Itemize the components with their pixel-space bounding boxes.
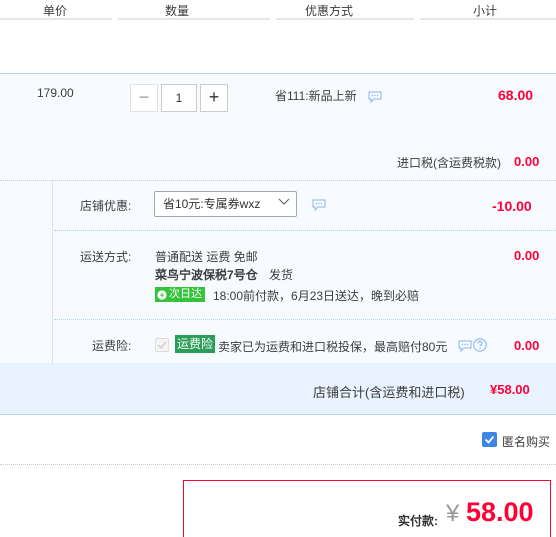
checkmark-icon <box>484 435 495 444</box>
currency-symbol: ¥ <box>446 500 460 527</box>
next-day-badge: 次日达 <box>155 287 205 302</box>
shop-total-label: 店铺合计(含运费和进口税) <box>313 385 465 400</box>
insurance-checkbox[interactable] <box>155 338 169 352</box>
insurance-description: 卖家已为运费和进口税投保，最高赔付80元 <box>218 340 448 354</box>
import-tax-value: 0.00 <box>514 154 540 169</box>
shop-discount-label: 店铺优惠: <box>80 199 132 213</box>
shop-discount-value: -10.00 <box>492 198 532 214</box>
shop-total-bar <box>0 363 556 415</box>
header-subtotal: 小计 <box>473 4 498 18</box>
decrease-quantity-button[interactable]: − <box>130 84 158 112</box>
warehouse-name: 菜鸟宁波保税7号仓 <box>155 268 258 282</box>
quantity-input[interactable]: 1 <box>161 84 197 112</box>
next-day-text: 次日达 <box>169 288 202 300</box>
table-header: 单价 数量 优惠方式 小计 <box>0 0 556 20</box>
insurance-value: 0.00 <box>514 338 540 353</box>
increase-quantity-button[interactable]: + <box>200 84 228 112</box>
anonymous-purchase-checkbox[interactable] <box>482 432 497 447</box>
header-unit-price: 单价 <box>43 4 68 18</box>
row-divider <box>54 319 556 320</box>
unit-price: 179.00 <box>37 86 74 100</box>
shipping-label: 运送方式: <box>80 250 132 264</box>
item-promotion: 省111:新品上新 <box>275 89 357 103</box>
actual-payment-label: 实付款: <box>398 514 438 528</box>
checkmark-icon <box>157 341 167 350</box>
shop-discount-select[interactable]: 省10元:专属券wxz <box>154 191 297 217</box>
insurance-label: 运费险: <box>92 339 132 353</box>
section-divider <box>0 464 556 465</box>
chat-bubble-icon[interactable] <box>368 91 382 103</box>
shipping-method: 普通配送 运费 免邮 <box>155 250 258 264</box>
chat-bubble-icon[interactable] <box>458 340 472 352</box>
lightning-icon <box>157 289 167 300</box>
header-divider <box>0 18 112 20</box>
anonymous-purchase-label[interactable]: 匿名购买 <box>502 433 550 450</box>
quantity-stepper[interactable]: − 1 + <box>130 84 228 112</box>
actual-payment-amount: 58.00 <box>466 497 534 527</box>
header-discount-method: 优惠方式 <box>305 4 354 18</box>
shop-total-value: ¥58.00 <box>490 382 530 397</box>
header-divider <box>276 18 414 20</box>
insurance-tag: 运费险 <box>175 335 216 353</box>
header-divider <box>118 18 270 20</box>
shipping-value: 0.00 <box>514 248 540 263</box>
header-divider <box>420 18 556 20</box>
row-divider <box>54 230 556 231</box>
header-quantity: 数量 <box>165 4 190 18</box>
item-subtotal: 68.00 <box>498 87 534 103</box>
shop-discount-selected: 省10元:专属券wxz <box>163 197 261 211</box>
chat-bubble-icon[interactable] <box>312 199 326 211</box>
help-circle-icon[interactable] <box>473 338 487 352</box>
delivery-promise: 18:00前付款，6月23日送达，晚到必赔 <box>213 289 420 303</box>
warehouse-status: 发货 <box>269 268 294 282</box>
chevron-down-icon <box>278 198 290 205</box>
shop-options-gutter <box>0 180 53 363</box>
import-tax-label: 进口税(含运费税款) <box>397 156 501 170</box>
